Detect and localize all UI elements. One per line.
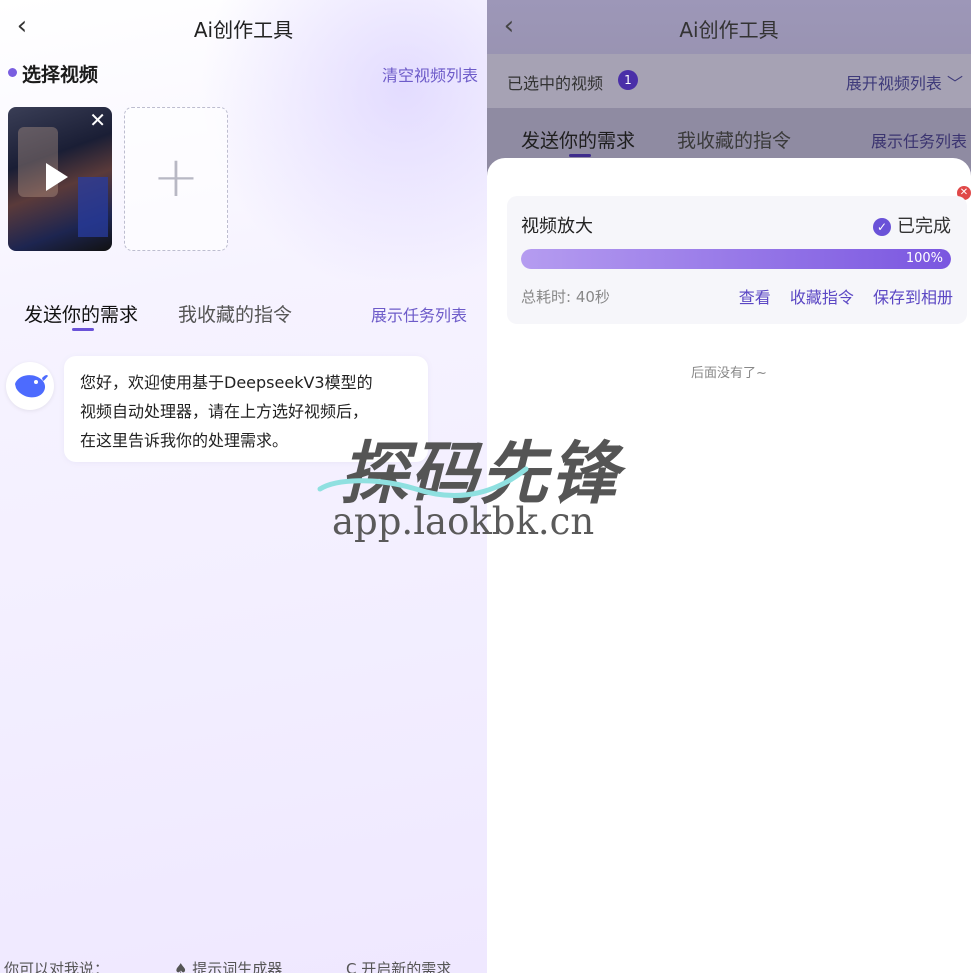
save-command-button[interactable]: 收藏指令 (790, 288, 854, 307)
tab-saved-commands[interactable]: 我收藏的指令 (677, 126, 791, 153)
thumbnail-content (78, 177, 108, 237)
tab-bar: 发送你的需求 我收藏的指令 展示任务列表 (0, 292, 487, 340)
task-actions: 查看 收藏指令 保存到相册 (725, 284, 953, 308)
selected-video-label: 已选中的视频 (507, 74, 604, 93)
end-of-list-hint: 后面没有了~ (691, 366, 767, 381)
clear-video-list-button[interactable]: 清空视频列表 (382, 62, 478, 86)
prompt-generator-button[interactable]: ♠ 提示词生成器 (174, 958, 282, 973)
select-video-title: 选择视频 (22, 64, 99, 86)
whale-logo-icon (15, 374, 48, 398)
status-label: 已完成 (897, 216, 951, 237)
select-video-header: 选择视频 清空视频列表 (8, 60, 478, 86)
bottom-hint-bar: 你可以对我说： ♠ 提示词生成器 C 开启新的需求 (0, 958, 487, 973)
close-icon[interactable]: ✕ (89, 109, 106, 131)
video-thumbnail[interactable]: ✕ (8, 107, 112, 251)
active-tab-indicator (72, 328, 94, 331)
view-button[interactable]: 查看 (739, 288, 771, 307)
add-video-button[interactable]: + (124, 107, 228, 251)
play-icon[interactable] (46, 163, 68, 191)
watermark-url: app.laokbk.cn (332, 500, 595, 543)
show-task-list-button[interactable]: 展示任务列表 (371, 302, 467, 326)
bot-avatar (6, 362, 54, 410)
task-name: 视频放大 (521, 216, 593, 237)
active-tab-indicator (569, 154, 591, 157)
progress-text: 100% (905, 251, 943, 266)
selected-count-badge: 1 (618, 70, 638, 90)
new-request-button[interactable]: C 开启新的需求 (346, 958, 451, 973)
bot-message-line: 您好，欢迎使用基于DeepseekV3模型的 (80, 373, 373, 392)
progress-bar: 100% (521, 249, 951, 269)
task-status: ✓ 已完成 (873, 212, 951, 238)
progress-fill (521, 249, 951, 269)
tab-send-request[interactable]: 发送你的需求 (521, 126, 635, 153)
section-dot-icon (8, 68, 17, 77)
hint-label: 你可以对我说： (4, 960, 110, 973)
elapsed-time: 总耗时: 40秒 (521, 288, 610, 306)
tab-saved-commands[interactable]: 我收藏的指令 (178, 300, 292, 327)
task-card: 视频放大 ✓ 已完成 100% 总耗时: 40秒 查看 收藏指令 保存到相册 (507, 196, 967, 324)
tab-send-request[interactable]: 发送你的需求 (24, 300, 138, 327)
save-to-album-button[interactable]: 保存到相册 (873, 288, 953, 307)
page-title: Ai创作工具 (193, 18, 294, 42)
check-circle-icon: ✓ (873, 218, 891, 236)
plus-icon: + (152, 145, 200, 210)
selected-video-bar: 已选中的视频 1 展开视频列表 ﹀ (487, 54, 971, 108)
expand-video-list-button[interactable]: 展开视频列表 ﹀ (846, 70, 963, 94)
page-title: Ai创作工具 (679, 18, 779, 42)
top-bar: ‹ Ai创作工具 (0, 0, 487, 54)
show-task-list-button[interactable]: 展示任务列表 (871, 128, 967, 152)
